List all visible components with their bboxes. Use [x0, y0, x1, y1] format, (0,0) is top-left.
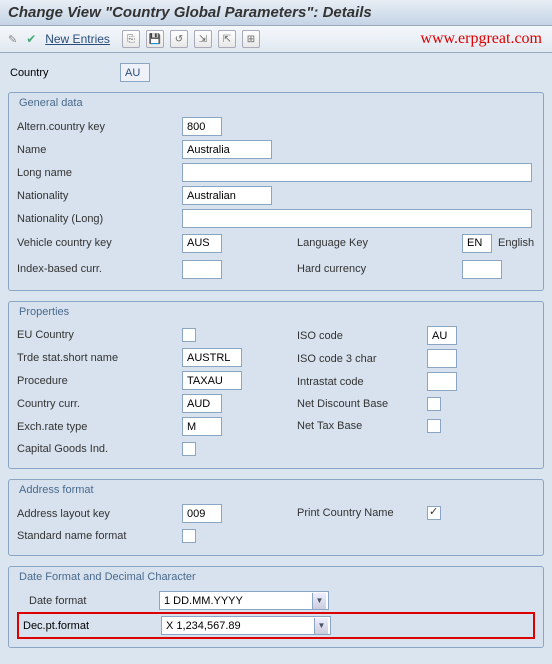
hard-curr-label: Hard currency	[297, 263, 462, 275]
iso-input[interactable]	[427, 326, 457, 345]
date-format-value: 1 DD.MM.YYYY	[164, 595, 308, 607]
country-label: Country	[10, 67, 100, 79]
intrastat-input[interactable]	[427, 372, 457, 391]
new-entries-link[interactable]: New Entries	[45, 32, 110, 46]
eu-country-checkbox[interactable]	[182, 328, 196, 342]
save-icon[interactable]: 💾	[146, 30, 164, 48]
date-format-label: Date format	[29, 595, 159, 607]
index-curr-label: Index-based curr.	[17, 263, 182, 275]
std-name-label: Standard name format	[17, 530, 182, 542]
date-format-select[interactable]: 1 DD.MM.YYYY ▼	[159, 591, 329, 610]
nationality-input[interactable]	[182, 186, 272, 205]
dec-format-value: X 1,234,567.89	[166, 620, 310, 632]
print-country-checkbox[interactable]	[427, 506, 441, 520]
properties-group: Properties EU Country Trde stat.short na…	[8, 301, 544, 469]
hard-curr-input[interactable]	[462, 260, 502, 279]
trde-stat-input[interactable]	[182, 348, 242, 367]
group-title-address: Address format	[19, 484, 535, 496]
net-discount-checkbox[interactable]	[427, 397, 441, 411]
layout-key-input[interactable]	[182, 504, 222, 523]
exch-rate-input[interactable]	[182, 417, 222, 436]
net-tax-checkbox[interactable]	[427, 419, 441, 433]
iso-label: ISO code	[297, 330, 427, 342]
table-icon[interactable]: ⊞	[242, 30, 260, 48]
chevron-down-icon: ▼	[314, 618, 328, 634]
country-curr-input[interactable]	[182, 394, 222, 413]
general-data-group: General data Altern.country key Name Lon…	[8, 92, 544, 291]
group-title-properties: Properties	[19, 306, 535, 318]
group-title-general: General data	[19, 97, 535, 109]
watermark-text: www.erpgreat.com	[420, 30, 542, 48]
language-name-text: English	[498, 237, 534, 249]
capital-goods-checkbox[interactable]	[182, 442, 196, 456]
dec-format-highlight: Dec.pt.format X 1,234,567.89 ▼	[17, 612, 535, 639]
country-input[interactable]	[120, 63, 150, 82]
export-icon[interactable]: ⇲	[194, 30, 212, 48]
date-format-group: Date Format and Decimal Character Date f…	[8, 566, 544, 648]
std-name-checkbox[interactable]	[182, 529, 196, 543]
nationality-long-label: Nationality (Long)	[17, 213, 182, 225]
net-tax-label: Net Tax Base	[297, 420, 427, 432]
toolbar: ✎ ✔ New Entries ⎘ 💾 ↺ ⇲ ⇱ ⊞ www.erpgreat…	[0, 26, 552, 53]
capital-goods-label: Capital Goods Ind.	[17, 443, 182, 455]
name-input[interactable]	[182, 140, 272, 159]
nationality-long-input[interactable]	[182, 209, 532, 228]
print-country-label: Print Country Name	[297, 507, 427, 519]
index-curr-input[interactable]	[182, 260, 222, 279]
check-icon[interactable]: ✔	[23, 31, 39, 47]
chevron-down-icon: ▼	[312, 593, 326, 609]
address-format-group: Address format Address layout key Standa…	[8, 479, 544, 556]
copy-icon[interactable]: ⎘	[122, 30, 140, 48]
long-name-input[interactable]	[182, 163, 532, 182]
vehicle-key-input[interactable]	[182, 234, 222, 253]
trde-stat-label: Trde stat.short name	[17, 352, 182, 364]
altern-key-label: Altern.country key	[17, 121, 182, 133]
procedure-input[interactable]	[182, 371, 242, 390]
undo-icon[interactable]: ↺	[170, 30, 188, 48]
iso3-label: ISO code 3 char	[297, 353, 427, 365]
pencil-icon[interactable]: ✎	[8, 33, 17, 46]
group-title-dateformat: Date Format and Decimal Character	[19, 571, 535, 583]
dec-format-select[interactable]: X 1,234,567.89 ▼	[161, 616, 331, 635]
language-key-label: Language Key	[297, 237, 462, 249]
procedure-label: Procedure	[17, 375, 182, 387]
import-icon[interactable]: ⇱	[218, 30, 236, 48]
exch-rate-label: Exch.rate type	[17, 421, 182, 433]
nationality-label: Nationality	[17, 190, 182, 202]
vehicle-key-label: Vehicle country key	[17, 237, 182, 249]
altern-key-input[interactable]	[182, 117, 222, 136]
language-key-input[interactable]	[462, 234, 492, 253]
name-label: Name	[17, 144, 182, 156]
iso3-input[interactable]	[427, 349, 457, 368]
country-curr-label: Country curr.	[17, 398, 182, 410]
net-discount-label: Net Discount Base	[297, 398, 427, 410]
page-title: Change View "Country Global Parameters":…	[0, 0, 552, 26]
intrastat-label: Intrastat code	[297, 376, 427, 388]
long-name-label: Long name	[17, 167, 182, 179]
eu-country-label: EU Country	[17, 329, 182, 341]
dec-format-label: Dec.pt.format	[23, 620, 161, 632]
layout-key-label: Address layout key	[17, 508, 182, 520]
